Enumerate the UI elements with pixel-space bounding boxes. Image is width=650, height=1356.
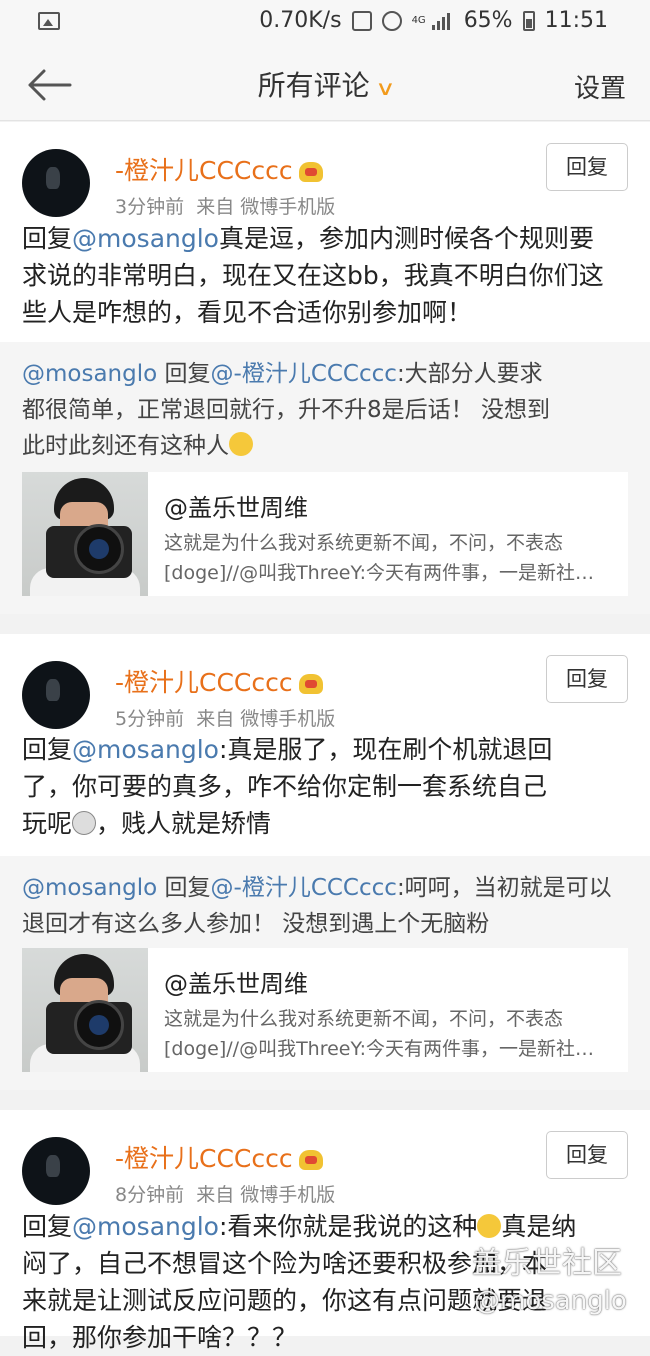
vip-crown-icon	[298, 674, 323, 694]
status-right: 0.70K/s 4G 65% 11:51	[259, 8, 608, 33]
comment-meta: 3分钟前 来自 微博手机版	[115, 196, 336, 218]
comment-text: 回复@mosanglo:看来你就是我说的这种 真是纳 闷了，自己不想冒这个险为啥还…	[22, 1212, 577, 1352]
battery-percent: 65%	[463, 8, 513, 33]
username[interactable]: -橙汁儿CCCccc	[115, 1139, 323, 1175]
chevron-down-icon: ∨	[374, 76, 396, 100]
status-bar: 0.70K/s 4G 65% 11:51	[0, 0, 650, 46]
quoted-comment[interactable]: @mosanglo 回复@-橙汁儿CCCccc:呵呵，当初就是可以 退回才有这么…	[0, 856, 650, 1090]
comment-meta: 8分钟前 来自 微博手机版	[115, 1184, 336, 1206]
avatar[interactable]	[22, 661, 90, 729]
mention-link[interactable]: @mosanglo	[72, 224, 219, 253]
quote-text: @mosanglo 回复@-橙汁儿CCCccc:大部分人要求 都很简单，正常退回…	[22, 361, 550, 459]
comment-meta: 5分钟前 来自 微博手机版	[115, 708, 336, 730]
link-card-title: @盖乐世周维	[164, 970, 308, 998]
settings-button[interactable]: 设置	[574, 68, 626, 105]
reply-button[interactable]: 回复	[546, 143, 628, 191]
vip-crown-icon	[298, 162, 323, 182]
clock: 11:51	[544, 8, 608, 33]
link-card-desc: 这就是为什么我对系统更新不闻，不问，不表态 [doge]//@叫我ThreeY:今…	[164, 1008, 594, 1060]
avatar[interactable]	[22, 1137, 90, 1205]
laugh-cry-emoji-icon	[477, 1214, 502, 1238]
link-card[interactable]: @盖乐世周维 这就是为什么我对系统更新不闻，不问，不表态 [doge]//@叫我T…	[22, 472, 628, 596]
reply-button[interactable]: 回复	[546, 1131, 628, 1179]
shocked-emoji-icon	[72, 811, 97, 835]
link-card[interactable]: @盖乐世周维 这就是为什么我对系统更新不闻，不问，不表态 [doge]//@叫我T…	[22, 948, 628, 1072]
avatar[interactable]	[22, 149, 90, 217]
vip-crown-icon	[298, 1150, 323, 1170]
network-type: 4G	[411, 14, 426, 26]
username[interactable]: -橙汁儿CCCccc	[115, 151, 323, 187]
reply-button[interactable]: 回复	[546, 655, 628, 703]
username[interactable]: -橙汁儿CCCccc	[115, 663, 323, 699]
image-notification-icon	[38, 12, 60, 30]
network-speed: 0.70K/s	[259, 8, 342, 33]
laugh-cry-emoji-icon	[229, 432, 253, 456]
comment-text: 回复@mosanglo真是逗，参加内测时候各个规则要 求说的非常明白，现在又在这…	[22, 224, 604, 327]
nfc-icon	[351, 10, 372, 31]
quote-text: @mosanglo 回复@-橙汁儿CCCccc:呵呵，当初就是可以 退回才有这么…	[22, 875, 612, 937]
quoted-comment[interactable]: @mosanglo 回复@-橙汁儿CCCccc:大部分人要求 都很简单，正常退回…	[0, 342, 650, 614]
photographer-thumbnail	[22, 948, 148, 1072]
link-card-desc: 这就是为什么我对系统更新不闻，不问，不表态 [doge]//@叫我ThreeY:今…	[164, 532, 594, 584]
battery-icon	[522, 10, 535, 31]
comment-card: -橙汁儿CCCccc 3分钟前 来自 微博手机版 回复 回复@mosanglo真…	[0, 122, 650, 342]
comment-card: -橙汁儿CCCccc 5分钟前 来自 微博手机版 回复 回复@mosanglo:…	[0, 634, 650, 856]
mention-link[interactable]: @mosanglo	[72, 1212, 219, 1241]
link-card-title: @盖乐世周维	[164, 494, 308, 522]
signal-icon	[431, 12, 454, 30]
watermark-handle: @mosanglo	[474, 1286, 627, 1316]
page-title[interactable]: 所有评论 ∨	[0, 64, 650, 104]
alarm-icon	[381, 10, 402, 31]
top-nav: 所有评论 ∨ 设置	[0, 46, 650, 121]
watermark-community: 盖乐世社区	[472, 1246, 622, 1281]
comment-text: 回复@mosanglo:真是服了，现在刷个机就退回 了，你可要的真多，咋不给你定…	[22, 735, 553, 838]
mention-link[interactable]: @mosanglo	[72, 735, 219, 764]
photographer-thumbnail	[22, 472, 148, 596]
